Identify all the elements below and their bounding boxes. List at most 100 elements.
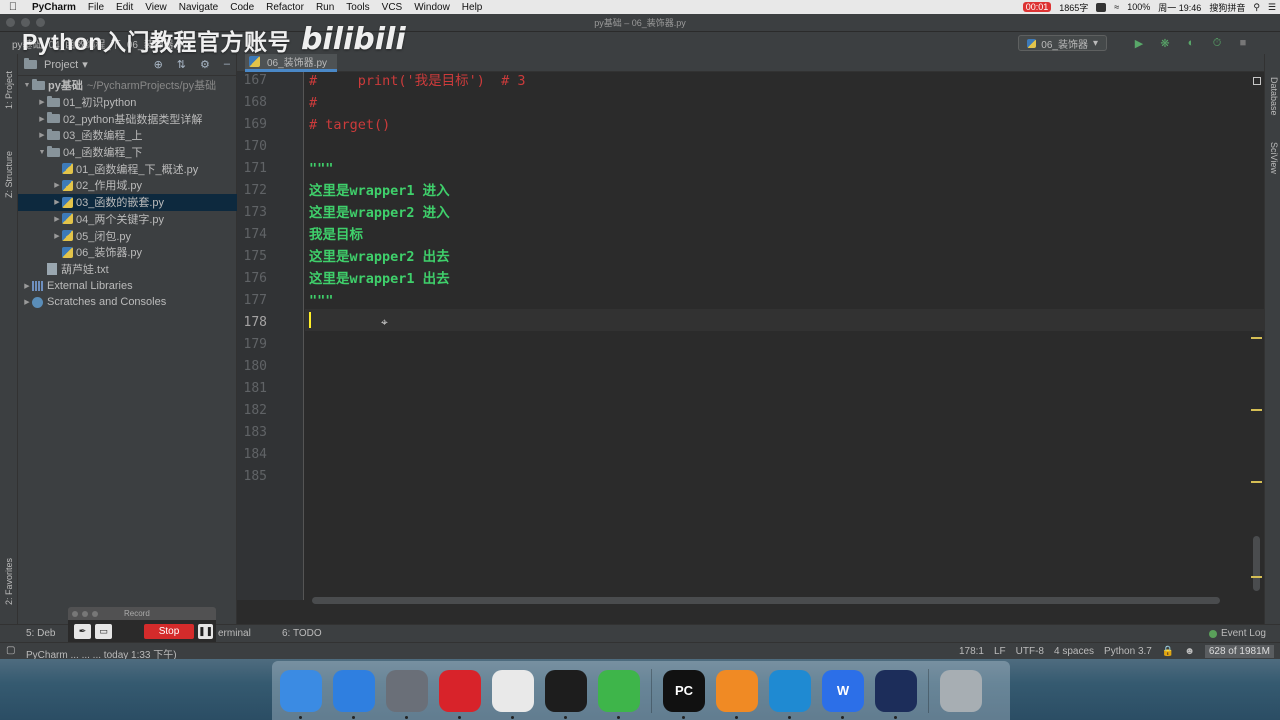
menu-vcs[interactable]: VCS (376, 2, 409, 13)
expand-right-icon[interactable]: ▶ (37, 98, 47, 106)
spotlight-icon[interactable]: ⚲ (1253, 2, 1260, 13)
warning-marker[interactable] (1251, 576, 1262, 578)
file-encoding[interactable]: UTF-8 (1016, 646, 1044, 657)
tree-item[interactable]: 01_函数编程_下_概述.py (18, 160, 237, 177)
pen-icon[interactable]: ✒ (74, 623, 91, 639)
expand-right-icon[interactable]: ▶ (22, 282, 32, 290)
hide-panel-icon[interactable]: – (224, 58, 230, 71)
memory-indicator[interactable]: 628 of 1981M (1204, 645, 1274, 658)
code-editor[interactable]: ⌖ # print('我是目标') # 3 # # target() """ 这里是wr… (305, 72, 1264, 600)
safari-icon[interactable] (333, 669, 375, 719)
menu-navigate[interactable]: Navigate (173, 2, 224, 13)
menu-window[interactable]: Window (408, 2, 456, 13)
code-line[interactable]: """ (309, 290, 333, 312)
code-line[interactable]: # target() (309, 114, 390, 136)
recorder-minimize-dot[interactable] (82, 610, 88, 617)
chrome-icon[interactable] (492, 669, 534, 719)
line-separator[interactable]: LF (994, 646, 1006, 657)
menu-pycharm[interactable]: PyCharm (26, 2, 82, 13)
project-view-selector[interactable]: Project (44, 59, 78, 71)
inspector-icon[interactable]: ☻ (1184, 646, 1195, 657)
notification-center-icon[interactable]: ☰ (1268, 2, 1276, 13)
qq-icon[interactable] (545, 669, 587, 719)
python-interpreter[interactable]: Python 3.7 (1104, 646, 1152, 657)
expand-down-icon[interactable]: ▼ (37, 149, 47, 156)
finder-icon[interactable] (280, 669, 322, 719)
screen-region-icon[interactable]: ▭ (95, 623, 112, 639)
breadcrumb-file[interactable]: 06_装饰器.py (127, 36, 187, 51)
input-method[interactable]: 搜狗拼音 (1209, 1, 1245, 14)
caret-position[interactable]: 178:1 (959, 646, 984, 657)
tree-item[interactable]: ▶ 03_函数的嵌套.py (18, 193, 237, 211)
vertical-scrollbar[interactable] (1253, 536, 1260, 591)
tool-tab-project[interactable]: 1: Project (1, 60, 17, 120)
menu-help[interactable]: Help (456, 2, 489, 13)
code-line[interactable]: 我是目标 (309, 224, 363, 246)
status-item-icon[interactable] (1096, 2, 1107, 12)
zoom-window-button[interactable] (36, 18, 45, 27)
lock-icon[interactable]: 🔒 (1162, 646, 1174, 657)
tool-tab-favorites[interactable]: 2: Favorites (1, 544, 17, 618)
wps-icon[interactable]: W (822, 669, 864, 719)
locate-file-icon[interactable]: ⊕ (154, 58, 163, 71)
clock[interactable]: 周一 19:46 (1158, 1, 1201, 14)
breadcrumb-project[interactable]: py基础 (12, 36, 43, 51)
breadcrumb-folder[interactable]: 04_函数编程_下 (49, 36, 121, 51)
tree-item[interactable]: ▼ 04_函数编程_下 (18, 144, 237, 161)
debug-icon[interactable]: ❋ (1158, 37, 1172, 50)
gear-icon[interactable]: ⚙ (200, 58, 210, 71)
tool-tab-debug[interactable]: 5: Deb (26, 628, 55, 639)
word-count[interactable]: 1865字 (1059, 1, 1088, 14)
tree-item[interactable]: ▶ 03_函数编程_上 (18, 127, 237, 144)
expand-right-icon[interactable]: ▶ (52, 198, 62, 206)
trash-icon[interactable] (940, 669, 982, 712)
pause-icon[interactable]: ❚❚ (198, 623, 213, 639)
expand-right-icon[interactable]: ▶ (37, 115, 47, 123)
menu-view[interactable]: View (139, 2, 173, 13)
menu-file[interactable]: File (82, 2, 110, 13)
coverage-icon[interactable]: ◐ (1184, 37, 1198, 49)
editor-tab-active[interactable]: 06_装饰器.py (245, 54, 338, 72)
recording-timer[interactable]: 00:01 (1022, 2, 1052, 12)
close-window-button[interactable] (6, 18, 15, 27)
chevron-down-icon[interactable]: ▾ (82, 58, 88, 71)
tree-item[interactable]: ▶ 04_两个关键字.py (18, 211, 237, 228)
expand-right-icon[interactable]: ▶ (22, 298, 32, 306)
battery-level[interactable]: 100% (1127, 2, 1150, 12)
minimize-window-button[interactable] (21, 18, 30, 27)
expand-right-icon[interactable]: ▶ (52, 215, 62, 223)
warning-marker[interactable] (1251, 409, 1262, 411)
tree-item[interactable]: 06_装饰器.py (18, 244, 237, 261)
menu-run[interactable]: Run (310, 2, 340, 13)
code-line[interactable]: # print('我是目标') # 3 (309, 72, 526, 92)
expand-right-icon[interactable]: ▶ (52, 232, 62, 240)
indent-setting[interactable]: 4 spaces (1054, 646, 1094, 657)
tool-tab-sciview[interactable]: SciView (1266, 134, 1280, 182)
pycharm-icon[interactable]: PC (663, 669, 705, 719)
tree-item[interactable]: ▶ 05_闭包.py (18, 227, 237, 244)
wechat-icon[interactable] (598, 669, 640, 719)
menu-edit[interactable]: Edit (110, 2, 139, 13)
tree-item[interactable]: ▶ 02_python基础数据类型详解 (18, 110, 237, 127)
run-icon[interactable]: ▶ (1132, 37, 1146, 50)
wifi-icon[interactable]: ≈ (1114, 2, 1119, 12)
warning-marker[interactable] (1251, 337, 1262, 339)
stop-recording-button[interactable]: Stop (144, 623, 194, 639)
recorder-zoom-dot[interactable] (92, 610, 98, 617)
code-line[interactable]: 这里是wrapper2 进入 (309, 202, 450, 224)
menu-refactor[interactable]: Refactor (260, 2, 310, 13)
horizontal-scrollbar[interactable] (312, 597, 1220, 604)
tree-item[interactable]: ▶ 01_初识python (18, 94, 237, 111)
tool-tab-terminal[interactable]: erminal (218, 628, 251, 639)
stop-icon[interactable]: ■ (1236, 37, 1250, 49)
run-configuration-select[interactable]: 06_装饰器 ▾ (1018, 35, 1107, 51)
lightning-app-icon[interactable] (875, 669, 917, 719)
event-log-tab[interactable]: Event Log (1208, 628, 1266, 639)
tree-item[interactable]: ▶ 02_作用域.py (18, 177, 237, 194)
tool-tab-todo[interactable]: 6: TODO (282, 628, 322, 639)
expand-right-icon[interactable]: ▶ (37, 131, 47, 139)
tool-tab-structure[interactable]: Z: Structure (1, 134, 17, 214)
vscode-icon[interactable] (769, 669, 811, 719)
code-line[interactable]: 这里是wrapper1 进入 (309, 180, 450, 202)
tree-item[interactable]: 葫芦娃.txt (18, 261, 237, 278)
